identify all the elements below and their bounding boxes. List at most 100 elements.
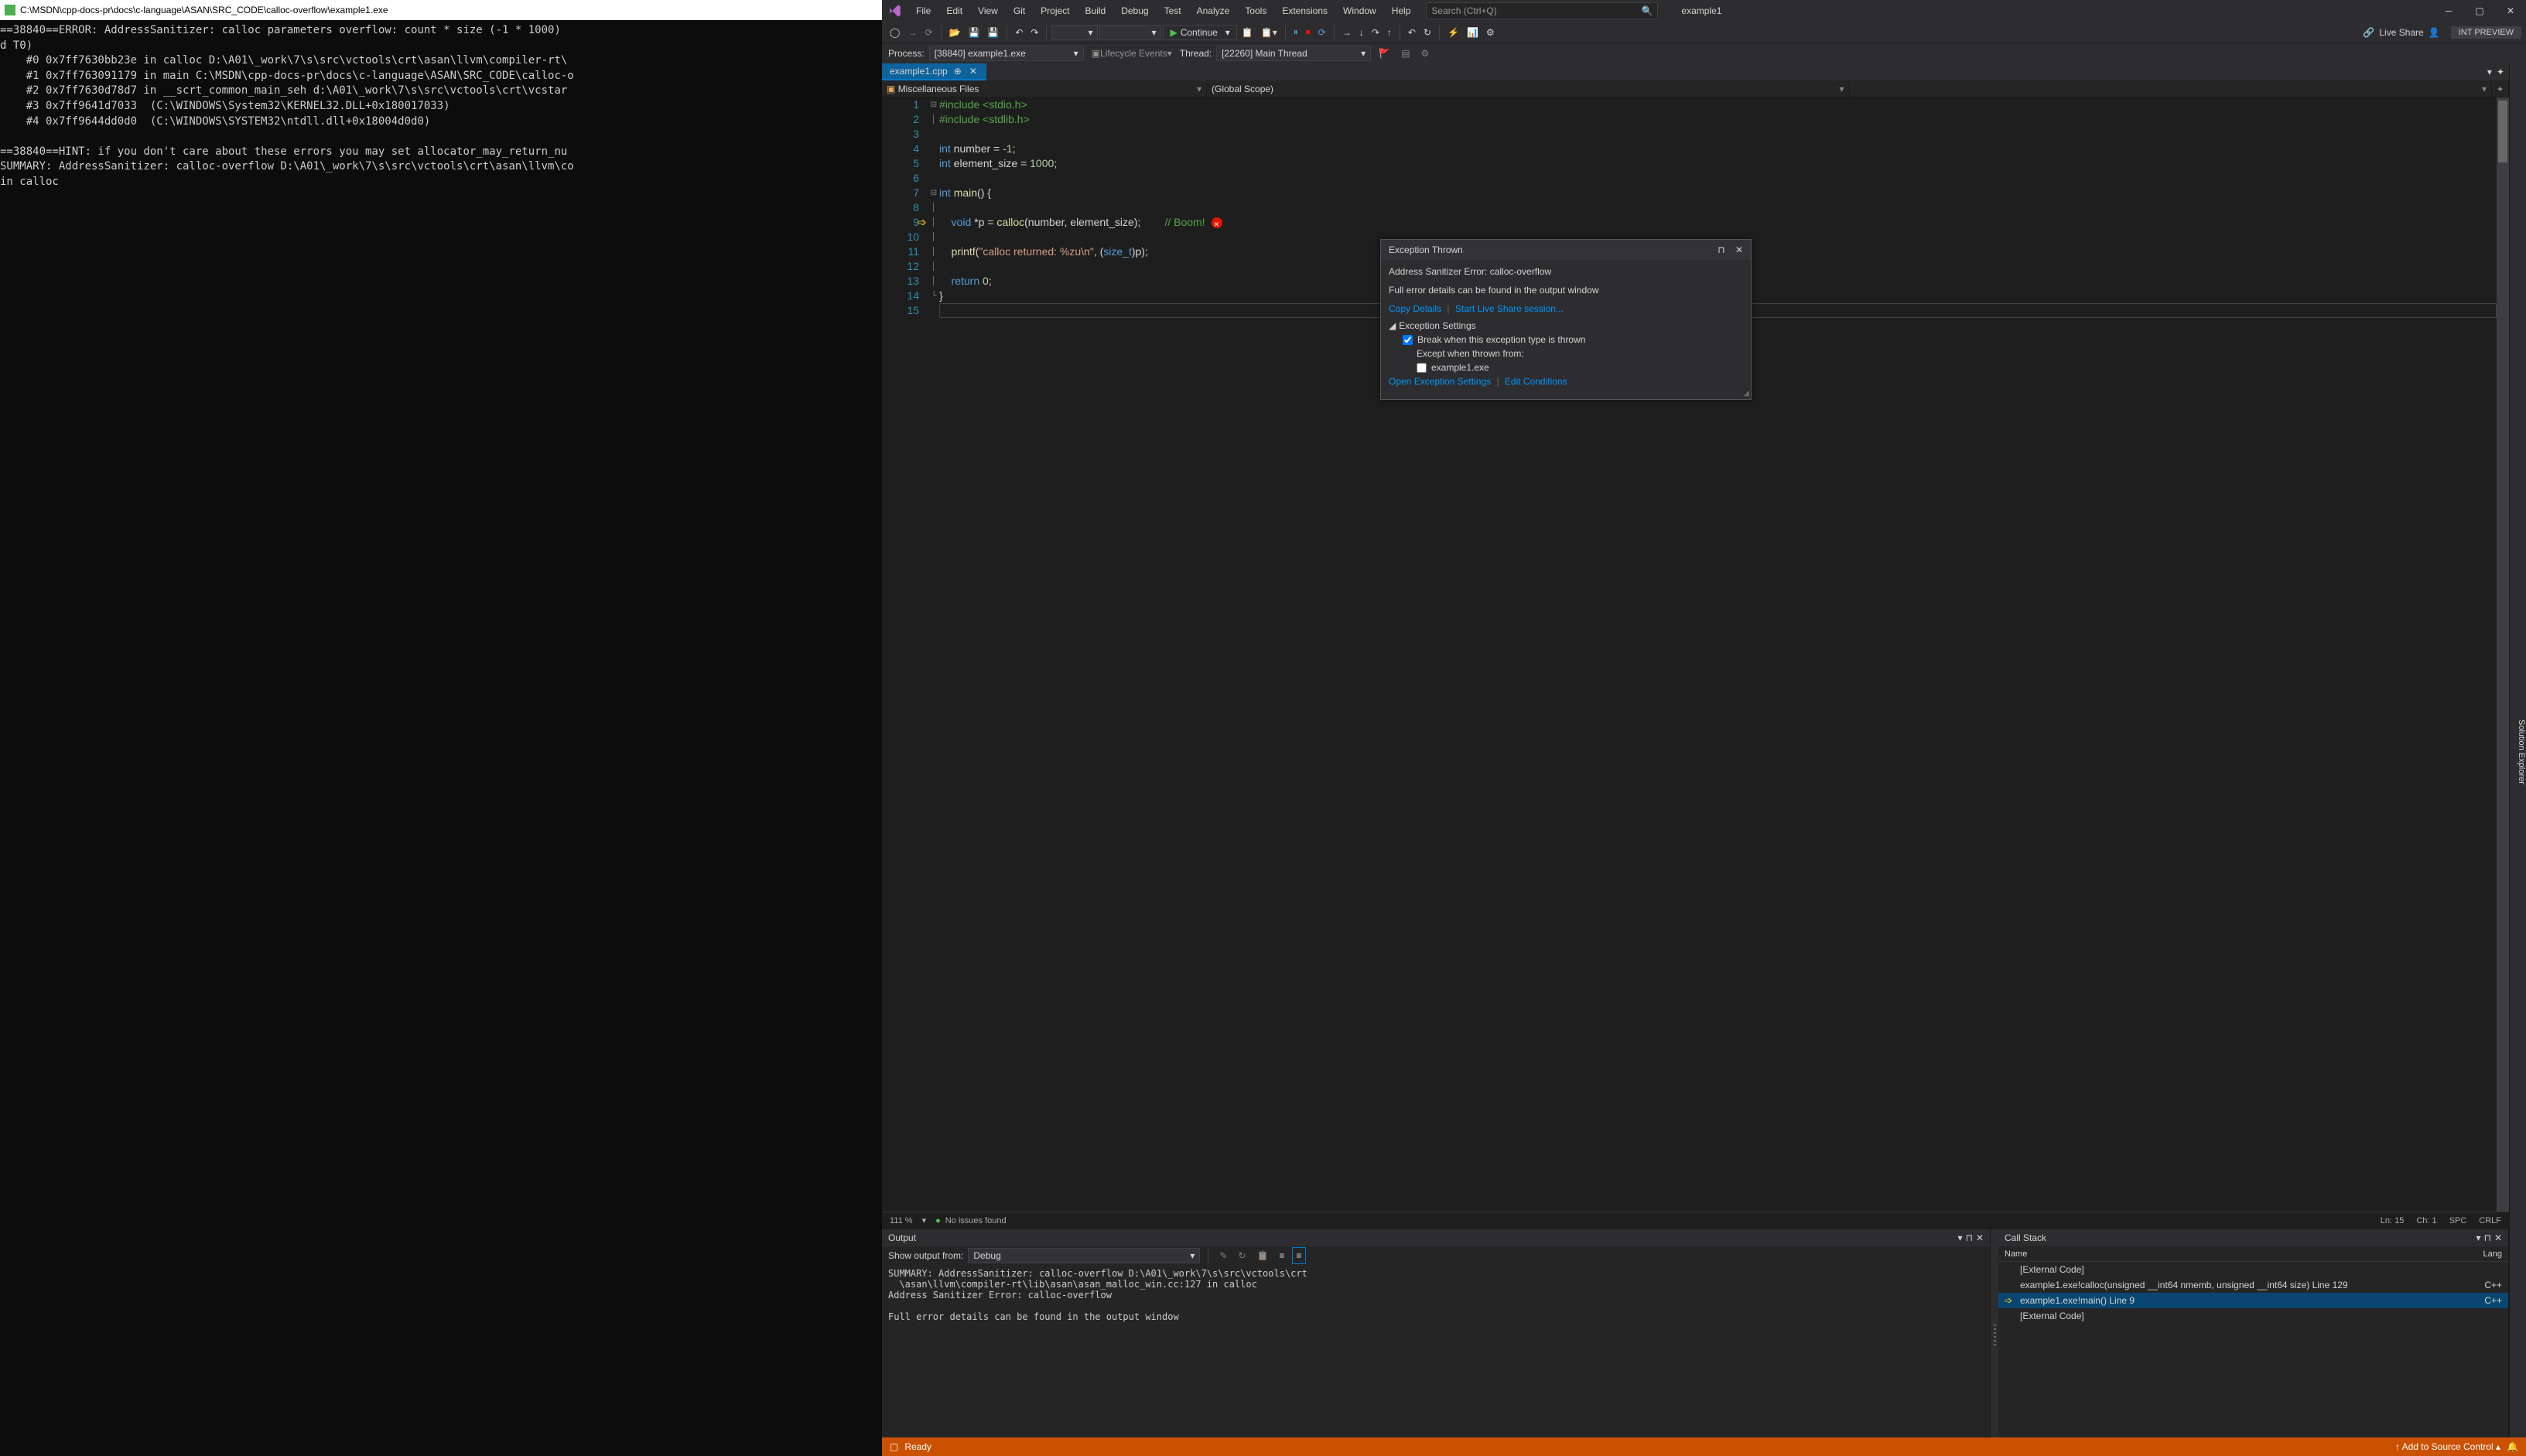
thread-select[interactable]: [22260] Main Thread▾: [1216, 46, 1371, 61]
step-over-button[interactable]: ↷: [1369, 25, 1383, 40]
error-icon[interactable]: [1212, 217, 1222, 228]
stop-button[interactable]: ⏹: [1303, 24, 1314, 40]
nav-project-select[interactable]: ▣ Miscellaneous Files▾: [882, 80, 1207, 97]
callstack-row[interactable]: example1.exe!calloc(unsigned __int64 nme…: [1998, 1277, 2508, 1293]
debug-target-button[interactable]: 📋: [1239, 25, 1256, 40]
start-liveshare-link[interactable]: Start Live Share session...: [1455, 303, 1564, 314]
nav-member-select[interactable]: ▾: [1850, 80, 2493, 97]
pause-button[interactable]: ⏸: [1290, 24, 1301, 40]
editor-scrollbar[interactable]: [2497, 97, 2509, 1212]
step-into-button[interactable]: ↓: [1356, 25, 1367, 40]
callstack-row-active[interactable]: ➩example1.exe!main() Line 9C++: [1998, 1293, 2508, 1308]
output-content[interactable]: SUMMARY: AddressSanitizer: calloc-overfl…: [882, 1265, 1990, 1437]
redo-button[interactable]: ↷: [1027, 25, 1041, 40]
continue-button[interactable]: ▶ Continue ▾: [1163, 25, 1236, 40]
callstack-row[interactable]: [External Code]: [1998, 1308, 2508, 1324]
notifications-button[interactable]: 🔔: [2507, 1441, 2518, 1452]
thread-tool-button[interactable]: ⚙: [1417, 46, 1432, 61]
menu-extensions[interactable]: Extensions: [1274, 0, 1335, 22]
tab-close-button[interactable]: ✕: [968, 66, 979, 77]
restart-button[interactable]: ⟳: [1315, 25, 1329, 40]
nav-back-button[interactable]: ◯: [887, 25, 903, 40]
stack-frame-button[interactable]: ▤: [1398, 46, 1413, 61]
menu-test[interactable]: Test: [1157, 0, 1189, 22]
console-titlebar[interactable]: C:\MSDN\cpp-docs-pr\docs\c-language\ASAN…: [0, 0, 882, 20]
tab-window-button[interactable]: ✦: [2497, 67, 2504, 77]
menu-git[interactable]: Git: [1006, 0, 1033, 22]
callstack-dropdown-button[interactable]: ▾: [2476, 1232, 2481, 1243]
output-dropdown-button[interactable]: ▾: [1958, 1232, 1963, 1243]
lifecycle-button[interactable]: ▣ Lifecycle Events ▾: [1089, 46, 1175, 61]
output-close-button[interactable]: ✕: [1976, 1232, 1984, 1243]
menu-window[interactable]: Window: [1335, 0, 1384, 22]
callstack-pin-button[interactable]: ⊓: [2484, 1232, 2491, 1243]
output-tool-5[interactable]: ≡: [1292, 1247, 1305, 1264]
exception-settings-expander[interactable]: ◢ Exception Settings: [1389, 320, 1743, 331]
exception-pin-button[interactable]: ⊓: [1718, 244, 1724, 255]
menu-debug[interactable]: Debug: [1113, 0, 1156, 22]
output-tool-1[interactable]: ✎: [1216, 1248, 1230, 1263]
menu-analyze[interactable]: Analyze: [1189, 0, 1238, 22]
platform-select[interactable]: ▾: [1099, 25, 1161, 40]
menu-file[interactable]: File: [908, 0, 938, 22]
source-control-button[interactable]: ↑ Add to Source Control ▴: [2395, 1441, 2500, 1452]
menu-edit[interactable]: Edit: [938, 0, 970, 22]
process-select[interactable]: [38840] example1.exe▾: [929, 46, 1084, 61]
panel-splitter[interactable]: [1991, 1229, 1998, 1437]
output-tool-4[interactable]: ≡: [1276, 1248, 1287, 1263]
config-select[interactable]: ▾: [1051, 25, 1098, 40]
undo-button[interactable]: ↶: [1012, 25, 1026, 40]
exception-close-button[interactable]: ✕: [1735, 244, 1743, 255]
menu-help[interactable]: Help: [1384, 0, 1419, 22]
window-maximize-button[interactable]: ▢: [2464, 0, 2495, 22]
output-pin-button[interactable]: ⊓: [1966, 1232, 1973, 1243]
search-input[interactable]: Search (Ctrl+Q) 🔍: [1426, 2, 1658, 19]
tool-button-3[interactable]: ⚙: [1483, 25, 1498, 40]
issues-indicator[interactable]: ● No issues found: [935, 1216, 1007, 1225]
window-close-button[interactable]: ✕: [2495, 0, 2526, 22]
copy-details-link[interactable]: Copy Details: [1389, 303, 1441, 314]
thread-flag-button[interactable]: 🚩: [1376, 46, 1393, 61]
open-exception-settings-link[interactable]: Open Exception Settings: [1389, 376, 1491, 387]
liveshare-button[interactable]: 🔗 Live Share: [2363, 27, 2423, 38]
window-minimize-button[interactable]: ─: [2433, 0, 2464, 22]
resize-grip-icon[interactable]: ◢: [1743, 389, 1749, 398]
feedback-button[interactable]: 👤: [2425, 25, 2443, 40]
menu-view[interactable]: View: [970, 0, 1006, 22]
step-history-button[interactable]: ↻: [1420, 25, 1434, 40]
code-editor[interactable]: 123456789101112131415 ⊟│⊟││││││└ #includ…: [882, 97, 2509, 1212]
save-all-button[interactable]: 💾: [984, 25, 1002, 40]
menu-tools[interactable]: Tools: [1237, 0, 1274, 22]
menu-project[interactable]: Project: [1033, 0, 1077, 22]
edit-conditions-link[interactable]: Edit Conditions: [1505, 376, 1567, 387]
nav-add-button[interactable]: +: [2492, 80, 2509, 97]
nav-scope-select[interactable]: (Global Scope)▾: [1207, 80, 1850, 97]
callstack-close-button[interactable]: ✕: [2494, 1232, 2502, 1243]
tool-button-2[interactable]: 📊: [1464, 25, 1482, 40]
output-tool-3[interactable]: 📋: [1254, 1248, 1272, 1263]
callstack-row[interactable]: [External Code]: [1998, 1262, 2508, 1277]
tab-overflow-button[interactable]: ▾: [2487, 67, 2492, 77]
except-exe-checkbox[interactable]: [1417, 363, 1427, 373]
zoom-level[interactable]: 111 %: [890, 1216, 913, 1225]
tool-button-1[interactable]: ⚡: [1444, 25, 1462, 40]
output-tool-2[interactable]: ↻: [1235, 1248, 1249, 1263]
nav-forward-button[interactable]: →: [904, 25, 920, 40]
show-next-statement-button[interactable]: →: [1339, 25, 1355, 40]
step-out-button[interactable]: ↑: [1384, 25, 1395, 40]
output-source-select[interactable]: Debug▾: [968, 1248, 1200, 1263]
break-on-exception-checkbox[interactable]: [1403, 335, 1413, 345]
step-back-button[interactable]: ↶: [1405, 25, 1419, 40]
save-button[interactable]: 💾: [965, 25, 983, 40]
debug-windows-button[interactable]: 📋▾: [1258, 25, 1280, 40]
document-tab-example1[interactable]: example1.cpp ⊕ ✕: [882, 63, 986, 80]
tab-pin-icon[interactable]: ⊕: [952, 66, 963, 77]
nav-history-button[interactable]: ⟳: [921, 25, 935, 40]
callstack-col-lang[interactable]: Lang: [2463, 1249, 2502, 1259]
vs-logo-icon[interactable]: [882, 4, 908, 18]
menu-build[interactable]: Build: [1078, 0, 1114, 22]
open-file-button[interactable]: 📂: [946, 25, 964, 40]
callstack-col-name[interactable]: Name: [2005, 1249, 2463, 1259]
solution-explorer-tab[interactable]: Solution Explorer: [2517, 719, 2526, 784]
code-content[interactable]: #include <stdio.h> #include <stdlib.h> i…: [939, 97, 2497, 1212]
